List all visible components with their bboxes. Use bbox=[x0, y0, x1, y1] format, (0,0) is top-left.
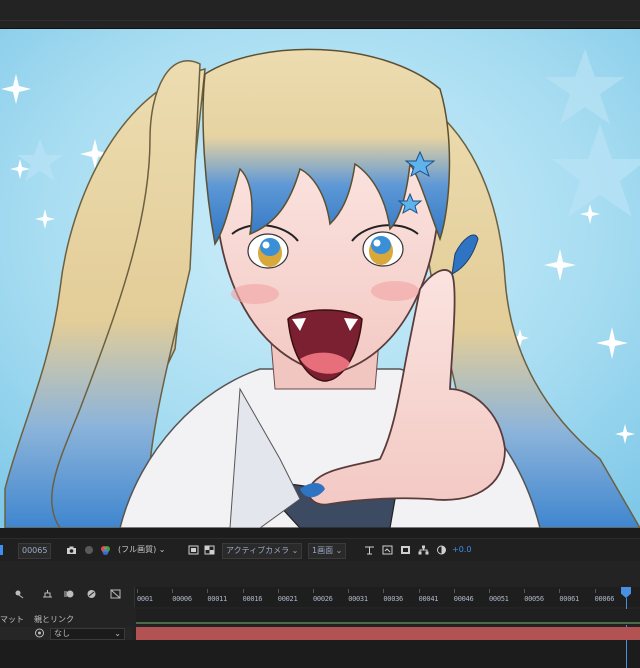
chevron-down-icon: ⌄ bbox=[291, 546, 299, 555]
ruler-tick-label: 00041 bbox=[418, 595, 439, 603]
layer-track-bar[interactable] bbox=[136, 627, 640, 640]
ruler-tick-label: 00061 bbox=[559, 595, 579, 603]
ruler-mark bbox=[172, 589, 174, 593]
ruler-tick-label: 00006 bbox=[172, 595, 192, 603]
color-channel-icon[interactable] bbox=[100, 543, 111, 557]
pickwhip-icon[interactable] bbox=[34, 628, 45, 638]
ruler-tick-label: 00046 bbox=[453, 595, 474, 603]
ruler-mark bbox=[313, 589, 314, 593]
resolution-dropdown[interactable]: (フル画質) ⌄ bbox=[118, 543, 166, 557]
region-of-interest-icon[interactable] bbox=[188, 543, 199, 557]
draft-3d-icon[interactable] bbox=[110, 585, 121, 599]
parent-value: なし bbox=[54, 629, 70, 638]
chevron-down-icon: ⌄ bbox=[335, 546, 343, 555]
ruler-mark bbox=[453, 589, 455, 593]
motion-blur-icon[interactable] bbox=[64, 585, 75, 598]
camera-label: アクティブカメラ bbox=[226, 546, 290, 555]
reset-exposure-icon[interactable] bbox=[436, 543, 447, 557]
parent-dropdown[interactable]: なし ⌄ bbox=[50, 628, 125, 640]
ruler-mark bbox=[524, 589, 526, 593]
show-snapshot-icon[interactable] bbox=[84, 543, 95, 557]
exposure-value[interactable]: +0.0 bbox=[452, 543, 471, 557]
ruler-tick-label: 00016 bbox=[242, 595, 263, 603]
chevron-down-icon: ⌄ bbox=[158, 545, 166, 554]
ruler-mark bbox=[348, 589, 350, 593]
ruler-mark bbox=[277, 589, 279, 593]
ruler-tick-label: 00051 bbox=[489, 595, 509, 603]
timeline-tools bbox=[0, 581, 132, 599]
viewer-toolbar: 00065 (フル画質) ⌄ アクティブカメラ ⌄ 1画面 ⌄ +0.0 bbox=[0, 538, 640, 562]
ruler-mark bbox=[137, 589, 138, 593]
flowchart-icon[interactable] bbox=[418, 543, 429, 557]
ruler-mark bbox=[418, 589, 420, 593]
chevron-down-icon: ⌄ bbox=[114, 629, 121, 638]
ruler-tick-label: 00066 bbox=[594, 595, 615, 603]
ruler-tick-label: 00021 bbox=[277, 595, 298, 603]
ruler-mark bbox=[594, 589, 596, 593]
fast-preview-icon[interactable] bbox=[382, 543, 393, 557]
ruler-tick-label: 00031 bbox=[348, 595, 368, 603]
layer-column-headers: マット 親とリンク bbox=[0, 612, 132, 626]
toggle-pixel-aspect-icon[interactable] bbox=[364, 543, 375, 557]
ruler-mark bbox=[207, 589, 209, 593]
resolution-label: (フル画質) bbox=[118, 545, 157, 554]
ruler-tick-label: 00011 bbox=[207, 595, 227, 603]
frame-blending-icon[interactable] bbox=[42, 585, 53, 598]
current-time-indicator[interactable] bbox=[621, 587, 631, 598]
ruler-mark bbox=[383, 589, 385, 593]
timecode-field[interactable]: 00065 bbox=[18, 543, 52, 559]
region-icon[interactable] bbox=[0, 544, 3, 555]
time-ruler[interactable]: 0001 00006 00011 00016 00021 00026 00031 00036 0… bbox=[134, 587, 640, 668]
composition-viewer[interactable] bbox=[0, 29, 640, 528]
shy-layers-icon[interactable] bbox=[14, 585, 25, 599]
ruler-tick-label: 00056 bbox=[524, 595, 544, 603]
ruler-mark bbox=[559, 589, 561, 593]
window-topbar bbox=[0, 0, 640, 29]
timeline-panel: 0001 00006 00011 00016 00021 00026 00031 00036 0… bbox=[0, 561, 640, 668]
views-dropdown[interactable]: 1画面 ⌄ bbox=[308, 543, 347, 559]
ruler-tick-label: 00026 bbox=[313, 595, 333, 603]
ruler-tick-label: 00036 bbox=[383, 595, 403, 603]
graph-editor-icon[interactable] bbox=[86, 585, 97, 598]
ruler-tick-label: 0001 bbox=[137, 595, 153, 603]
ruler-mark bbox=[242, 589, 244, 593]
timeline-icon[interactable] bbox=[400, 543, 411, 557]
snapshot-icon[interactable] bbox=[66, 543, 77, 557]
camera-dropdown[interactable]: アクティブカメラ ⌄ bbox=[222, 543, 303, 559]
header-mat: マット bbox=[0, 615, 24, 624]
work-area[interactable] bbox=[136, 609, 640, 625]
layer-row[interactable]: なし ⌄ bbox=[0, 627, 132, 640]
anime-girl-frame bbox=[0, 29, 640, 528]
transparency-grid-icon[interactable] bbox=[204, 543, 215, 557]
views-label: 1画面 bbox=[312, 546, 334, 555]
ruler-mark bbox=[489, 589, 490, 593]
header-parent-link: 親とリンク bbox=[34, 615, 74, 624]
